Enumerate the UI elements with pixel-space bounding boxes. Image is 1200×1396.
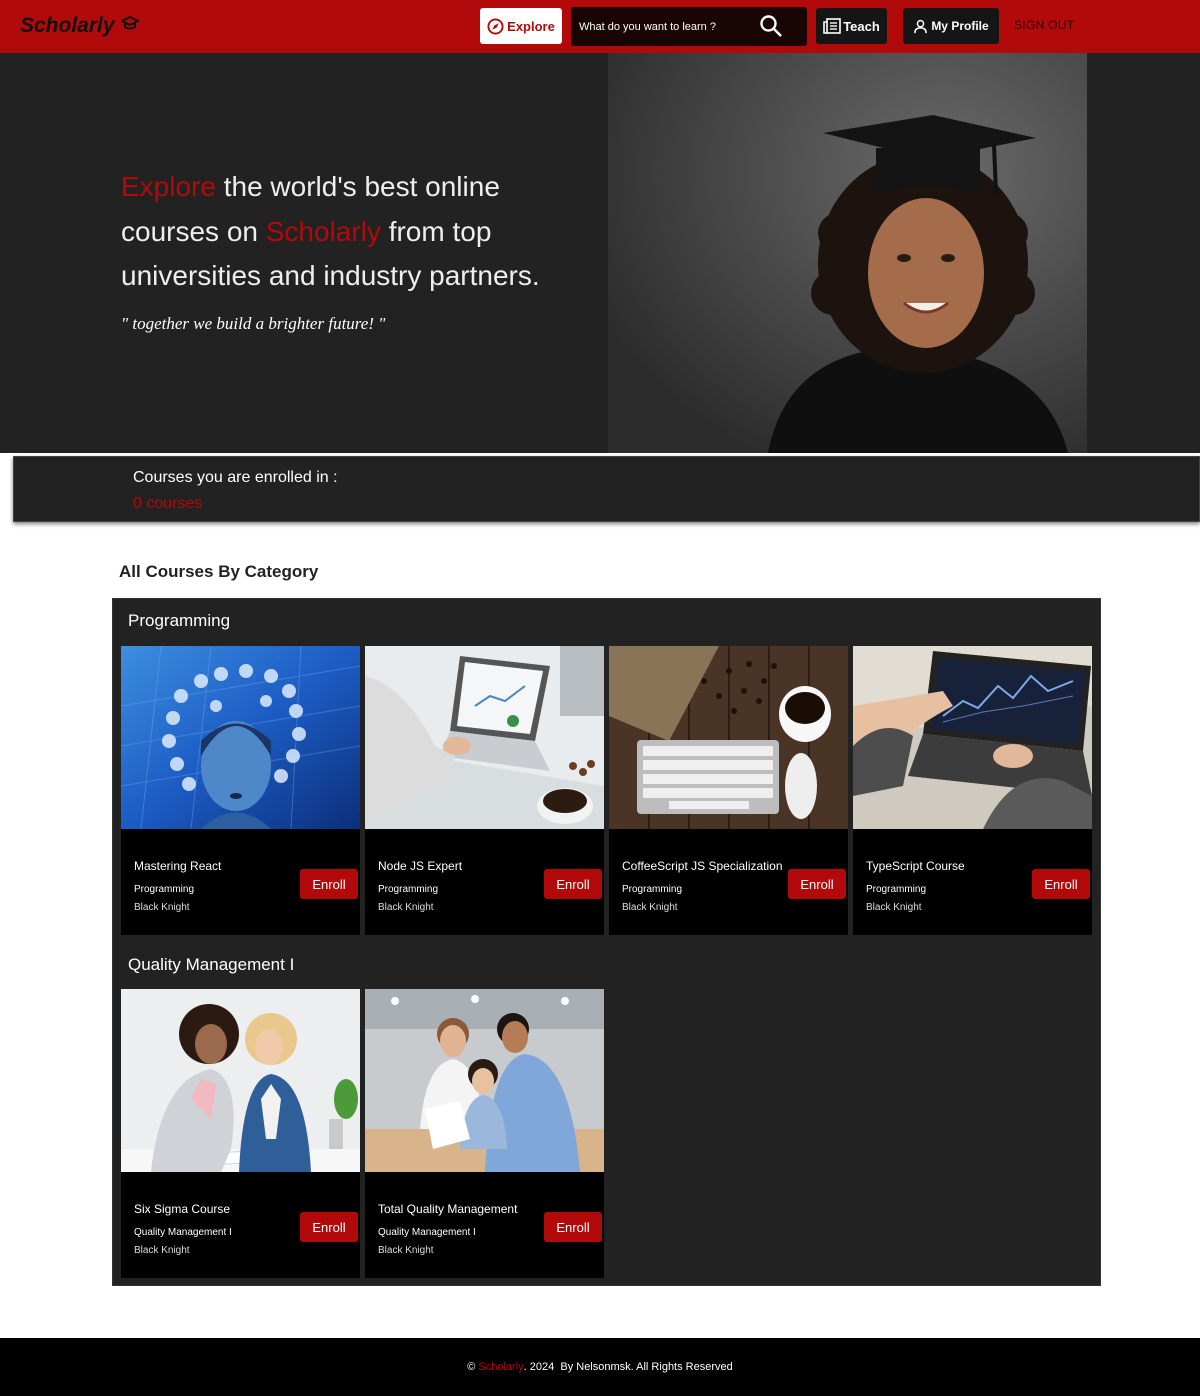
course-card[interactable]: Total Quality Management Quality Managem… — [365, 989, 604, 1278]
category-title: Quality Management I — [128, 955, 295, 974]
course-author: Black Knight — [134, 902, 190, 913]
course-thumbnail[interactable] — [365, 989, 604, 1172]
explore-label: Explore — [507, 18, 555, 34]
course-category: Quality Management I — [134, 1227, 232, 1238]
hero-banner: Explore the world's best online courses … — [0, 53, 1200, 453]
enrolled-label: Courses you are enrolled in : — [133, 469, 338, 486]
course-author: Black Knight — [378, 1245, 434, 1256]
newspaper-icon — [823, 17, 841, 34]
course-category: Programming — [378, 884, 439, 895]
top-navbar: Scholarly Explore Teach My Profile SIGN … — [0, 0, 1200, 53]
category-title: Programming — [128, 611, 231, 630]
course-category: Programming — [866, 884, 927, 895]
course-card[interactable]: Six Sigma Course Quality Management I Bl… — [121, 989, 360, 1278]
course-name: Mastering React — [134, 859, 222, 873]
compass-icon — [487, 17, 504, 35]
footer-brand-link[interactable]: Scholarly — [478, 1361, 523, 1373]
course-card[interactable]: Mastering React Programming Black Knight… — [121, 646, 360, 935]
enroll-button[interactable]: Enroll — [300, 1212, 358, 1242]
course-category: Programming — [134, 884, 195, 895]
teach-label: Teach — [843, 18, 880, 34]
course-card[interactable]: TypeScript Course Programming Black Knig… — [853, 646, 1092, 935]
user-icon — [914, 19, 928, 33]
course-name: Six Sigma Course — [134, 1202, 231, 1216]
enroll-button[interactable]: Enroll — [544, 869, 602, 899]
course-name: Total Quality Management — [378, 1202, 518, 1216]
enroll-button[interactable]: Enroll — [1032, 869, 1090, 899]
hero-accent-brand: Scholarly — [265, 215, 381, 247]
copyright-symbol: © — [467, 1361, 476, 1373]
hero-accent-explore: Explore — [121, 171, 216, 202]
graduate-photo — [608, 53, 1087, 453]
my-profile-button[interactable]: My Profile — [903, 8, 999, 44]
course-thumbnail[interactable] — [121, 989, 360, 1172]
course-card[interactable]: Node JS Expert Programming Black Knight … — [365, 646, 604, 935]
enroll-button[interactable]: Enroll — [544, 1212, 602, 1242]
teach-button[interactable]: Teach — [816, 8, 887, 44]
enroll-button[interactable]: Enroll — [788, 869, 846, 899]
enrolled-count[interactable]: 0 courses — [133, 495, 202, 513]
sign-out-link[interactable]: SIGN OUT — [1014, 18, 1074, 32]
graduation-cap-icon — [120, 15, 139, 30]
footer-text: . 2024 By Nelsonmsk. All Rights Reserved — [523, 1361, 733, 1373]
explore-button[interactable]: Explore — [480, 8, 562, 44]
course-thumbnail[interactable] — [121, 646, 360, 829]
search-bar — [571, 7, 807, 46]
course-category: Programming — [622, 884, 683, 895]
course-author: Black Knight — [622, 902, 678, 913]
hero-quote: " together we build a brighter future! " — [121, 314, 386, 333]
search-icon[interactable] — [759, 14, 783, 43]
course-name: TypeScript Course — [866, 859, 965, 873]
enrolled-courses-panel: Courses you are enrolled in : 0 courses — [13, 456, 1200, 522]
course-thumbnail[interactable] — [609, 646, 848, 829]
profile-label: My Profile — [931, 19, 989, 33]
course-author: Black Knight — [134, 1245, 190, 1256]
brand-name: Scholarly — [20, 14, 115, 37]
brand-logo[interactable]: Scholarly — [20, 14, 139, 38]
course-catalog: Programming Mastering React Programming … — [112, 598, 1101, 1286]
section-title: All Courses By Category — [119, 562, 319, 581]
course-category: Quality Management I — [378, 1227, 476, 1238]
search-input[interactable] — [571, 7, 761, 46]
enroll-button[interactable]: Enroll — [300, 869, 358, 899]
course-author: Black Knight — [378, 902, 434, 913]
course-name: Node JS Expert — [378, 859, 463, 873]
course-card[interactable]: CoffeeScript JS Specialization Programmi… — [609, 646, 848, 935]
footer: © Scholarly. 2024 By Nelsonmsk. All Righ… — [0, 1338, 1200, 1396]
course-author: Black Knight — [866, 902, 922, 913]
course-thumbnail[interactable] — [365, 646, 604, 829]
hero-headline: Explore the world's best online courses … — [121, 165, 591, 299]
course-name: CoffeeScript JS Specialization — [622, 859, 783, 873]
course-thumbnail[interactable] — [853, 646, 1092, 829]
